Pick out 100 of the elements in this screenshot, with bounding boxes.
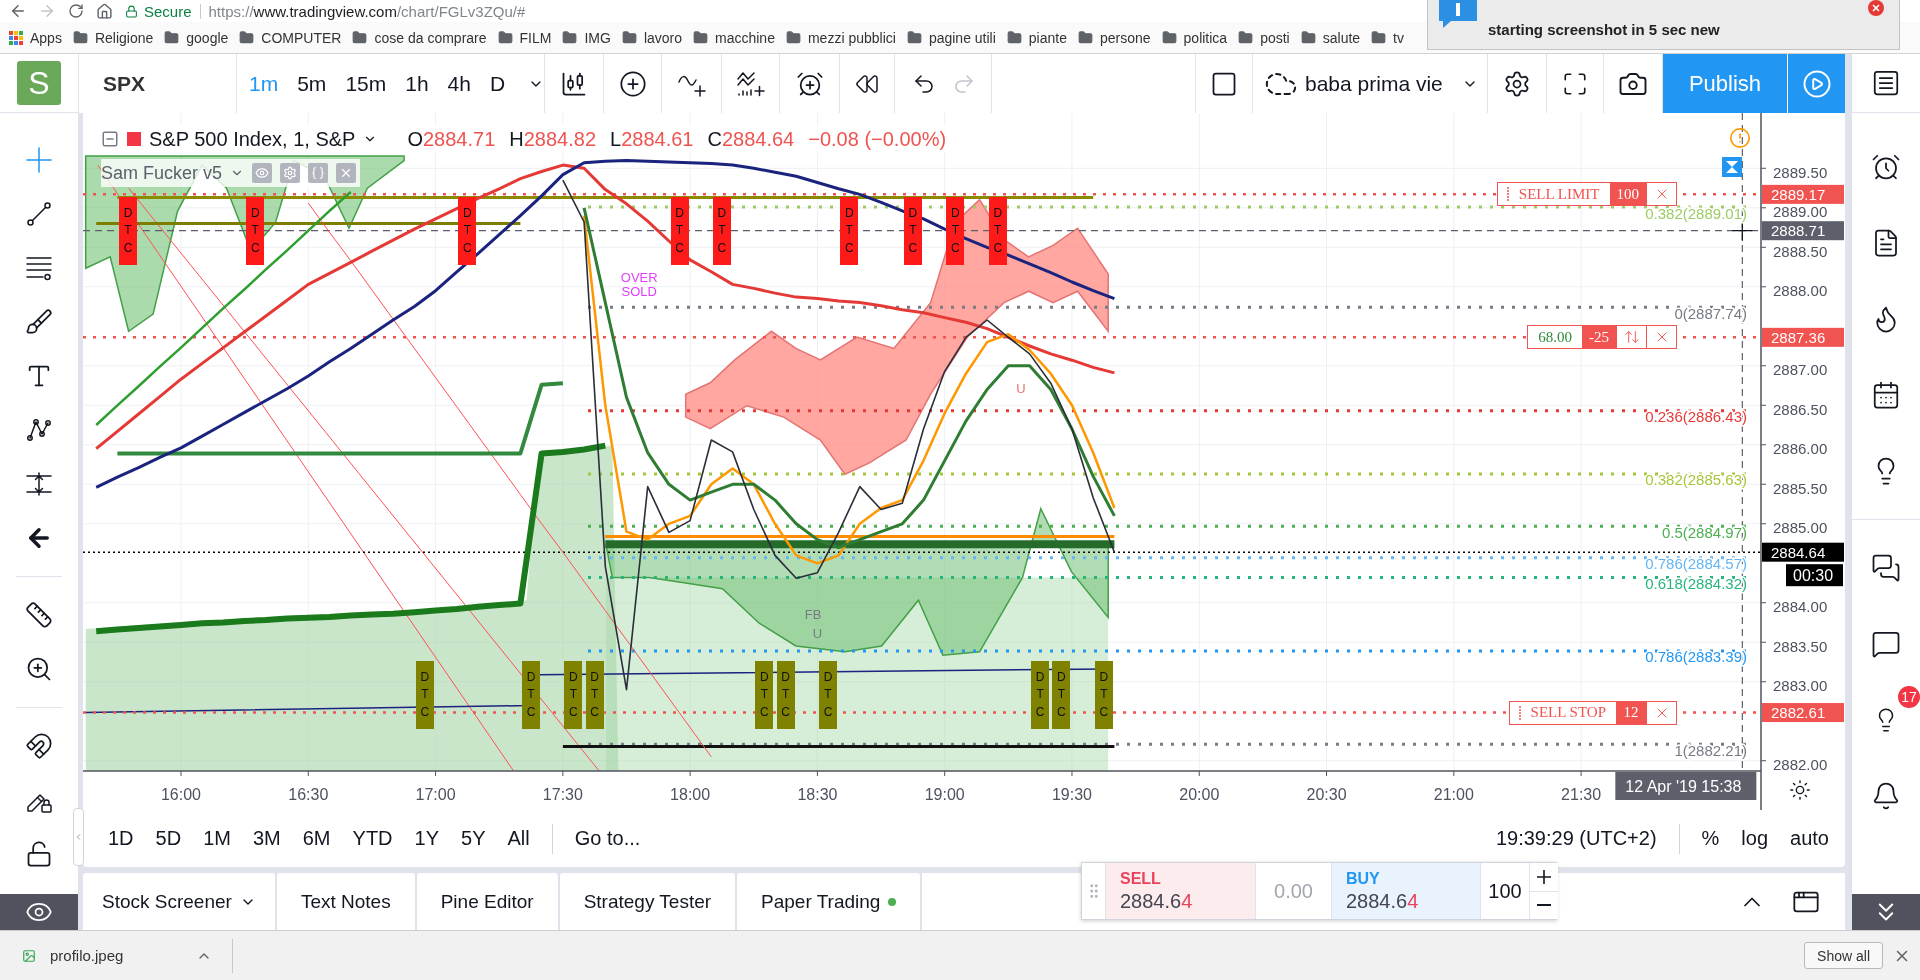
- time-tick: 16:00: [161, 785, 202, 803]
- calendar-icon[interactable]: [1871, 380, 1901, 410]
- range-button[interactable]: 5D: [155, 827, 182, 850]
- close-icon[interactable]: [1868, 0, 1884, 16]
- price-tick: 2882.00: [1773, 756, 1828, 774]
- bookmark[interactable]: pagine utili: [906, 29, 996, 46]
- show-all-button[interactable]: Show all: [1804, 942, 1883, 969]
- panel-tab[interactable]: Pine Editor: [416, 873, 558, 930]
- chat-icon[interactable]: [1871, 629, 1901, 659]
- minus-icon: [1537, 904, 1551, 907]
- settings-icon[interactable]: [1503, 69, 1531, 98]
- bell-icon[interactable]: [1871, 781, 1901, 811]
- interval-button[interactable]: 4h: [447, 71, 471, 96]
- magnet-icon[interactable]: [25, 732, 53, 760]
- price-label: 2882.61: [1762, 703, 1844, 723]
- panel-tab[interactable]: Paper Trading: [737, 873, 921, 930]
- hourglass-icon[interactable]: [1722, 157, 1742, 177]
- interval-button[interactable]: 1h: [405, 71, 429, 96]
- add-circle-icon[interactable]: [618, 69, 647, 98]
- bookmark[interactable]: politica: [1161, 29, 1228, 46]
- sell-button[interactable]: SELL 2884.64: [1105, 863, 1255, 919]
- zoom-in-icon[interactable]: [25, 655, 53, 683]
- price-tick: 2883.00: [1773, 677, 1828, 695]
- bookmark[interactable]: persone: [1077, 29, 1151, 46]
- panel-tab[interactable]: Stock Screener: [83, 873, 275, 930]
- fib-level-label: 0.5(2884.97): [1661, 523, 1747, 541]
- pattern-icon[interactable]: [25, 416, 53, 444]
- measure-icon[interactable]: [25, 470, 53, 498]
- bookmark[interactable]: COMPUTER: [239, 29, 342, 46]
- increase-button[interactable]: [1530, 863, 1558, 891]
- interval-button[interactable]: 5m: [297, 71, 327, 96]
- bookmark[interactable]: mezzi pubblici: [785, 29, 896, 46]
- buy-button[interactable]: BUY 2884.64: [1331, 863, 1480, 919]
- fib-level-label: 0.382(2889.01): [1645, 204, 1747, 222]
- grip-icon[interactable]: [1517, 705, 1522, 720]
- goto-button[interactable]: Go to...: [574, 827, 641, 850]
- signal-marker: DTC: [522, 661, 541, 730]
- crosshair-time-label: 12 Apr '19 15:38: [1615, 772, 1757, 800]
- ohlc-value: O2884.71: [407, 127, 496, 151]
- reload-icon[interactable]: [67, 3, 84, 19]
- bookmark[interactable]: lavoro: [621, 29, 682, 46]
- position-pnl: 68.00: [1537, 327, 1573, 347]
- scale-button[interactable]: %: [1701, 827, 1720, 850]
- bookmark[interactable]: posti: [1238, 29, 1290, 46]
- play-button[interactable]: [1788, 54, 1845, 113]
- panel-tab[interactable]: Strategy Tester: [559, 873, 736, 930]
- range-button[interactable]: 3M: [252, 827, 281, 850]
- menu-icon[interactable]: [1871, 68, 1901, 98]
- chats-icon[interactable]: [1871, 553, 1901, 583]
- bookmark[interactable]: cose da comprare: [352, 29, 487, 46]
- layout-name[interactable]: baba prima vie: [1305, 71, 1443, 96]
- range-button[interactable]: All: [507, 827, 530, 850]
- bookmark[interactable]: google: [164, 29, 229, 46]
- price-tick: 2888.50: [1773, 242, 1828, 260]
- unlock-icon[interactable]: [25, 840, 53, 868]
- bookmark[interactable]: FILM: [497, 29, 552, 46]
- range-button[interactable]: 5Y: [461, 827, 486, 850]
- symbol-title[interactable]: S&P 500 Index, 1, S&P: [149, 127, 356, 151]
- interval-button[interactable]: D: [489, 71, 506, 96]
- bookmark[interactable]: IMG: [562, 29, 611, 46]
- bookmark[interactable]: salute: [1300, 29, 1361, 46]
- ruler-icon[interactable]: [25, 601, 53, 629]
- scale-button[interactable]: log: [1741, 827, 1769, 850]
- bookmark[interactable]: macchine: [693, 29, 775, 46]
- range-button[interactable]: 1M: [203, 827, 231, 850]
- range-button[interactable]: 1Y: [414, 827, 439, 850]
- fullscreen-icon[interactable]: [1562, 70, 1588, 97]
- interval-button[interactable]: 15m: [345, 71, 387, 96]
- brush-icon[interactable]: [25, 308, 53, 336]
- collapse-icon[interactable]: [101, 130, 119, 148]
- bookmark[interactable]: tv: [1371, 29, 1404, 46]
- decrease-button[interactable]: [1530, 890, 1558, 919]
- symbol-button[interactable]: SPX: [103, 71, 146, 96]
- notification-badge: 17: [1898, 686, 1920, 708]
- home-icon[interactable]: [96, 2, 113, 20]
- apps-grid-icon[interactable]: [9, 30, 23, 45]
- panel-tab[interactable]: Text Notes: [276, 873, 415, 930]
- settings-icon[interactable]: [1790, 780, 1810, 800]
- folder-icon: [562, 30, 578, 45]
- download-filename[interactable]: profilo.jpeg: [50, 947, 124, 964]
- time-tick: 18:00: [670, 785, 711, 803]
- grip-icon[interactable]: [1505, 187, 1510, 202]
- range-button[interactable]: 1D: [108, 827, 134, 850]
- chart-plus-icon[interactable]: [735, 69, 766, 98]
- lock-icon: [125, 4, 138, 18]
- reverse-icon[interactable]: [1623, 329, 1640, 346]
- bookmark[interactable]: Religione: [72, 29, 154, 46]
- range-button[interactable]: 6M: [302, 827, 331, 850]
- time-tick: 19:30: [1051, 785, 1092, 803]
- bookmark[interactable]: piante: [1006, 29, 1067, 46]
- scale-button[interactable]: auto: [1790, 827, 1829, 850]
- trend-line-icon[interactable]: [25, 200, 53, 228]
- range-button[interactable]: YTD: [352, 827, 393, 850]
- folder-icon: [621, 30, 637, 45]
- alarm-clock-icon[interactable]: [1871, 152, 1901, 182]
- quantity-field[interactable]: 100: [1480, 863, 1529, 919]
- bookmark[interactable]: Apps: [9, 29, 62, 46]
- horizontal-lines-icon[interactable]: [25, 254, 53, 282]
- folder-icon: [1006, 30, 1022, 45]
- alert-icon[interactable]: [1730, 128, 1750, 148]
